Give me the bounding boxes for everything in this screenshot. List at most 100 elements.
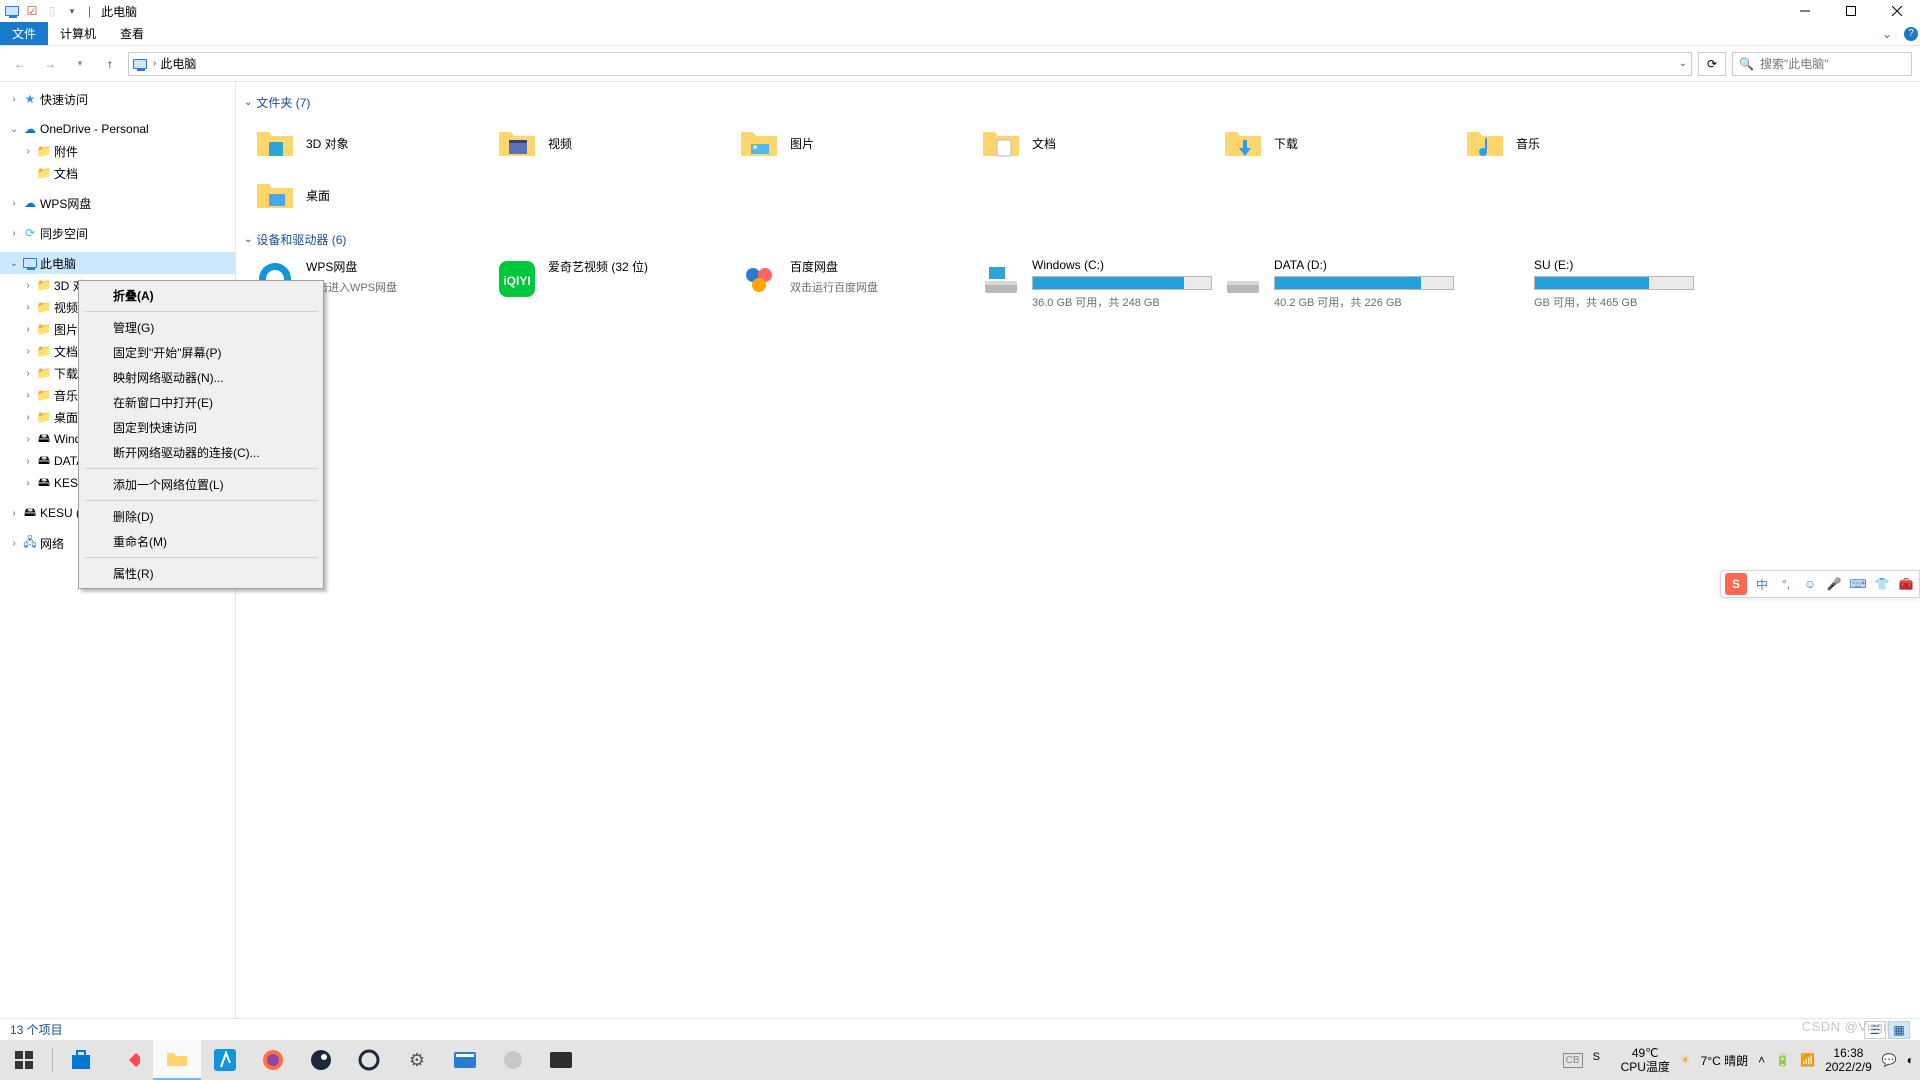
ime-keyboard-icon[interactable]: ⌨ — [1849, 575, 1867, 593]
tree-this-pc[interactable]: ⌄此电脑 — [0, 252, 235, 274]
task-settings[interactable]: ⚙ — [393, 1040, 441, 1080]
tray-assist-icon[interactable]: ◐ — [1907, 1053, 1914, 1067]
drive-c[interactable]: Windows (C:)36.0 GB 可用，共 248 GB — [976, 254, 1218, 314]
folder-downloads[interactable]: 下载 — [1218, 117, 1460, 169]
tree-onedrive-docs[interactable]: 📁文档 — [0, 162, 235, 184]
task-app-blue[interactable] — [201, 1040, 249, 1080]
cloud-icon: ☁ — [22, 195, 38, 211]
status-bar: 13 个项目 ☰ ▦ — [0, 1018, 1920, 1040]
group-folders-header[interactable]: ⌄文件夹 (7) — [244, 94, 1906, 111]
folder-music[interactable]: 音乐 — [1460, 117, 1702, 169]
tree-quick-access[interactable]: ›★快速访问 — [0, 88, 235, 110]
menu-item[interactable]: 断开网络驱动器的连接(C)... — [81, 440, 321, 465]
tab-computer[interactable]: 计算机 — [48, 22, 108, 45]
task-app-grey[interactable] — [489, 1040, 537, 1080]
up-button[interactable]: ↑ — [98, 52, 122, 76]
view-icons-button[interactable]: ▦ — [1888, 1021, 1910, 1039]
minimize-button[interactable] — [1782, 0, 1828, 22]
breadcrumb[interactable]: › 此电脑 — [151, 55, 196, 72]
star-icon: ★ — [22, 91, 38, 107]
tray-wifi-icon[interactable]: 📶 — [1800, 1053, 1815, 1067]
tray-clock[interactable]: 16:382022/2/9 — [1825, 1046, 1872, 1074]
drive-e[interactable]: SU (E:) GB 可用，共 465 GB — [1460, 254, 1702, 314]
tree-wps[interactable]: ›☁WPS网盘 — [0, 192, 235, 214]
app-baidu[interactable]: 百度网盘双击运行百度网盘 — [734, 254, 976, 314]
folder-icon: 📁 — [36, 343, 52, 359]
ime-skin-icon[interactable]: 👕 — [1873, 575, 1891, 593]
qat-doc-icon[interactable]: ▯ — [44, 3, 60, 19]
help-icon[interactable]: ? — [1902, 22, 1920, 45]
back-button[interactable]: ← — [8, 52, 32, 76]
task-app-ring[interactable] — [345, 1040, 393, 1080]
start-button[interactable] — [0, 1040, 48, 1080]
folder-3d-objects[interactable]: 3D 对象 — [250, 117, 492, 169]
tray-weather[interactable]: 7°C 晴朗 — [1701, 1052, 1748, 1069]
recent-dropdown-icon[interactable]: ▾ — [68, 52, 92, 76]
drive-d[interactable]: DATA (D:)40.2 GB 可用，共 226 GB — [1218, 254, 1460, 314]
folder-icon — [254, 122, 296, 164]
task-terminal[interactable] — [537, 1040, 585, 1080]
close-button[interactable] — [1874, 0, 1920, 22]
tab-view[interactable]: 查看 — [108, 22, 156, 45]
ribbon-expand-icon[interactable]: ⌄ — [1872, 22, 1902, 45]
tab-file[interactable]: 文件 — [0, 22, 48, 45]
menu-item[interactable]: 折叠(A) — [81, 283, 321, 308]
task-store[interactable] — [57, 1040, 105, 1080]
menu-item[interactable]: 在新窗口中打开(E) — [81, 390, 321, 415]
ime-mic-icon[interactable]: 🎤 — [1825, 575, 1843, 593]
refresh-button[interactable]: ⟳ — [1698, 52, 1726, 76]
task-steam[interactable] — [297, 1040, 345, 1080]
search-input[interactable]: 🔍 搜索"此电脑" — [1732, 52, 1912, 76]
menu-item[interactable]: 固定到"开始"屏幕(P) — [81, 340, 321, 365]
tree-sync[interactable]: ›⟳同步空间 — [0, 222, 235, 244]
menu-item[interactable]: 重命名(M) — [81, 529, 321, 554]
forward-button[interactable]: → — [38, 52, 62, 76]
ime-lang-label[interactable]: 中 — [1753, 575, 1771, 593]
address-box[interactable]: › 此电脑 ⌄ — [128, 52, 1692, 76]
ime-punct-icon[interactable]: °, — [1777, 575, 1795, 593]
sogou-icon[interactable]: S — [1725, 573, 1747, 595]
menu-separator — [85, 500, 317, 501]
task-firefox[interactable] — [249, 1040, 297, 1080]
breadcrumb-thispc[interactable]: 此电脑 — [160, 55, 196, 72]
qat-checkbox-icon[interactable]: ☑ — [24, 3, 40, 19]
maximize-button[interactable] — [1828, 0, 1874, 22]
group-devices-header[interactable]: ⌄设备和驱动器 (6) — [244, 231, 1906, 248]
menu-item[interactable]: 固定到快速访问 — [81, 415, 321, 440]
tray-sogou-icon[interactable]: S — [1593, 1051, 1611, 1069]
menu-item[interactable]: 管理(G) — [81, 315, 321, 340]
chevron-down-icon: ⌄ — [244, 234, 252, 245]
task-explorer[interactable] — [153, 1040, 201, 1080]
app-icon — [4, 3, 20, 19]
watermark: CSDN @Virgil — [1802, 1019, 1890, 1034]
folder-pictures[interactable]: 图片 — [734, 117, 976, 169]
qat-dropdown-icon[interactable]: ▾ — [64, 3, 80, 19]
iqiyi-icon: iQIYI — [496, 258, 538, 300]
app-iqiyi[interactable]: iQIYI 爱奇艺视频 (32 位) — [492, 254, 734, 314]
tree-onedrive-attachments[interactable]: ›📁附件 — [0, 140, 235, 162]
menu-item[interactable]: 属性(R) — [81, 561, 321, 586]
folder-desktop[interactable]: 桌面 — [250, 169, 492, 221]
menu-item[interactable]: 映射网络驱动器(N)... — [81, 365, 321, 390]
tray-chevron-up-icon[interactable]: ˄ — [1758, 1053, 1765, 1067]
folder-videos[interactable]: 视频 — [492, 117, 734, 169]
pc-icon — [22, 255, 38, 271]
tree-onedrive[interactable]: ⌄☁OneDrive - Personal — [0, 118, 235, 140]
address-dropdown-icon[interactable]: ⌄ — [1679, 58, 1687, 69]
tray-cpu-temp[interactable]: 49℃CPU温度 — [1621, 1046, 1670, 1074]
usage-bar — [1534, 276, 1694, 290]
ribbon-tabs: 文件 计算机 查看 ⌄ ? — [0, 22, 1920, 46]
task-app-red[interactable] — [105, 1040, 153, 1080]
tray-ime-indicator[interactable]: CB — [1563, 1053, 1583, 1068]
folder-documents[interactable]: 文档 — [976, 117, 1218, 169]
ime-emoji-icon[interactable]: ☺ — [1801, 575, 1819, 593]
cloud-icon: ☁ — [22, 121, 38, 137]
tray-battery-icon[interactable]: 🔋 — [1775, 1053, 1790, 1067]
ime-toolbar[interactable]: S 中 °, ☺ 🎤 ⌨ 👕 🧰 — [1720, 570, 1920, 598]
system-tray: CB S 49℃CPU温度 ☀ 7°C 晴朗 ˄ 🔋 📶 16:382022/2… — [1563, 1040, 1920, 1080]
tray-notifications-icon[interactable]: 💬 — [1882, 1053, 1897, 1067]
ime-toolbox-icon[interactable]: 🧰 — [1897, 575, 1915, 593]
task-app-window[interactable] — [441, 1040, 489, 1080]
menu-item[interactable]: 删除(D) — [81, 504, 321, 529]
menu-item[interactable]: 添加一个网络位置(L) — [81, 472, 321, 497]
